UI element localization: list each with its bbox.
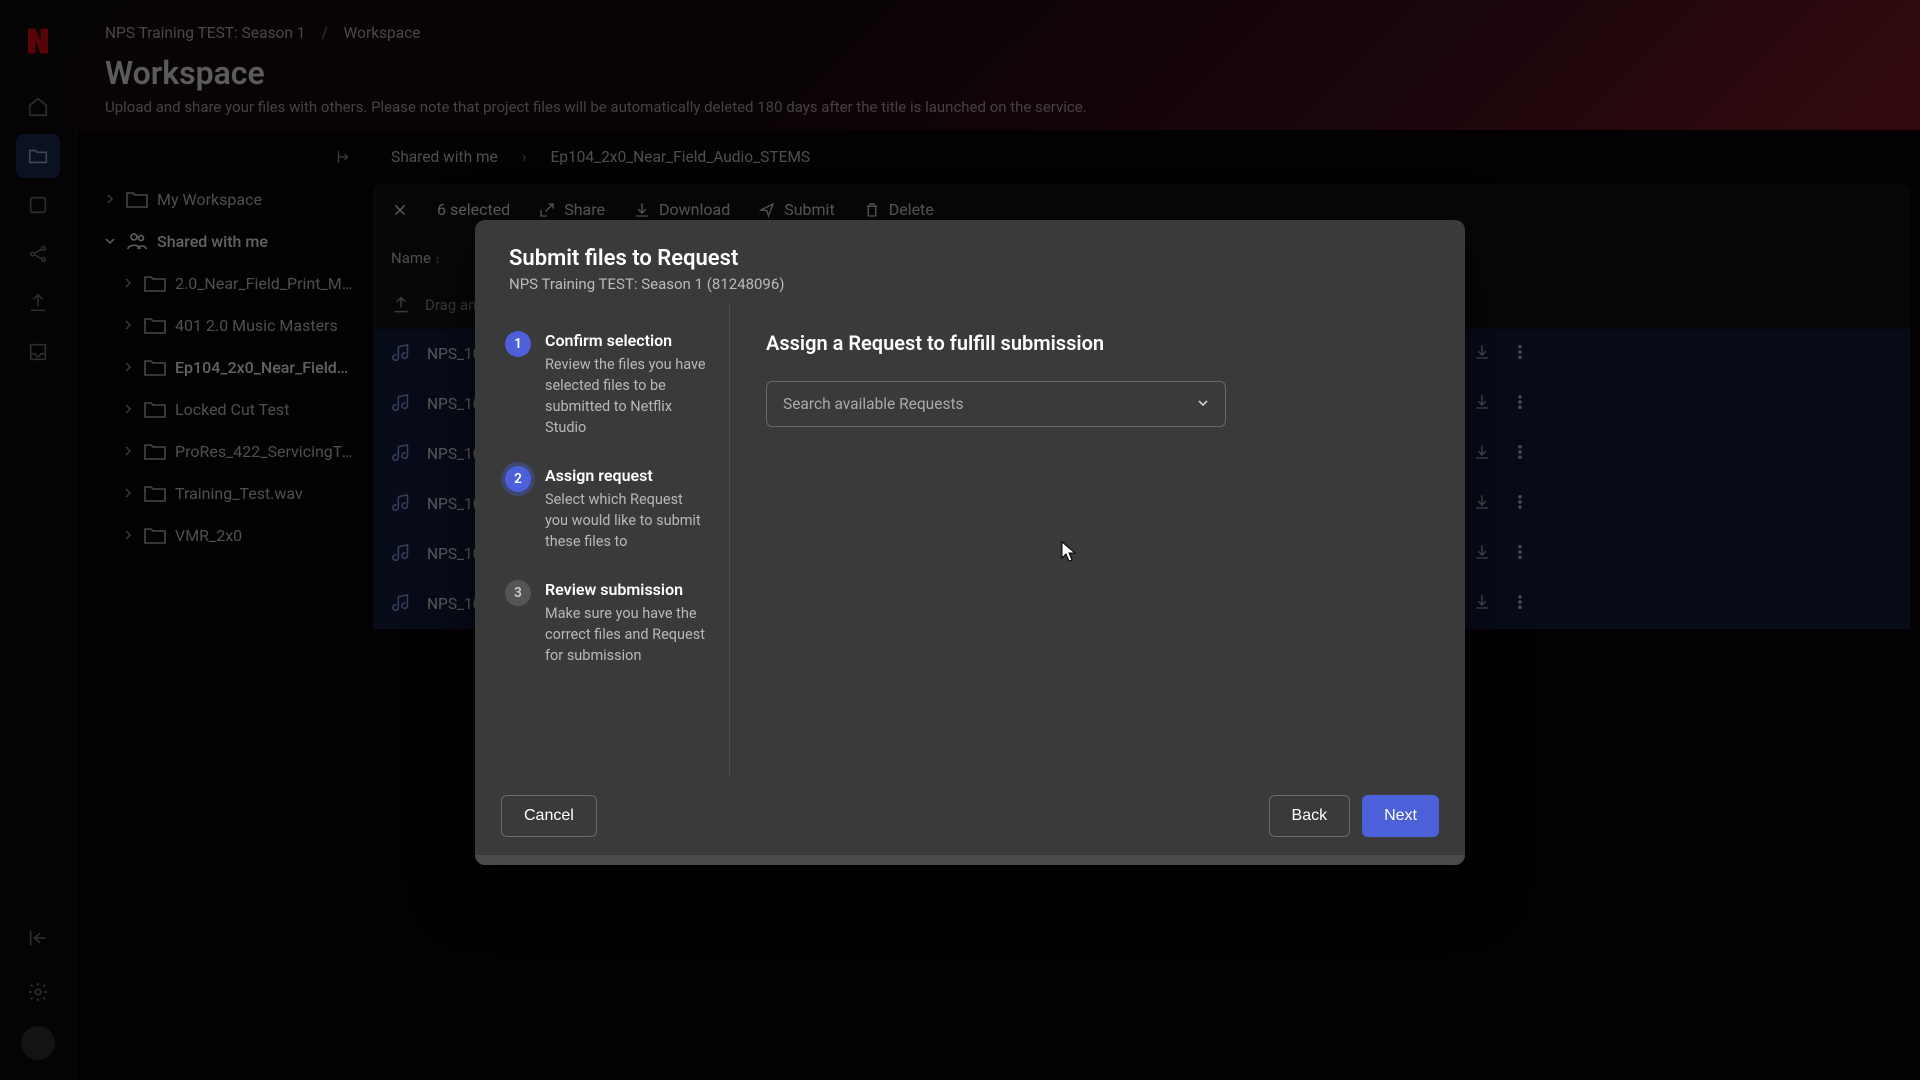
stepper: 1 Confirm selection Review the files you… (475, 303, 730, 777)
modal-subtitle: NPS Training TEST: Season 1 (81248096) (509, 275, 1431, 293)
request-search-select[interactable]: Search available Requests (766, 381, 1226, 427)
step-desc: Make sure you have the correct files and… (545, 603, 709, 666)
step-number: 1 (505, 331, 531, 357)
step-assign-request[interactable]: 2 Assign request Select which Request yo… (505, 466, 709, 552)
modal-resize-strip (475, 855, 1465, 865)
step-number: 2 (505, 466, 531, 492)
step-desc: Select which Request you would like to s… (545, 489, 709, 552)
select-placeholder: Search available Requests (783, 395, 964, 413)
modal-section-title: Assign a Request to fulfill submission (766, 331, 1429, 355)
next-button[interactable]: Next (1362, 795, 1439, 837)
step-title: Review submission (545, 580, 709, 599)
step-title: Assign request (545, 466, 709, 485)
step-title: Confirm selection (545, 331, 709, 350)
cancel-button[interactable]: Cancel (501, 795, 597, 837)
back-button[interactable]: Back (1269, 795, 1351, 837)
chevron-down-icon (1197, 395, 1209, 413)
step-confirm-selection[interactable]: 1 Confirm selection Review the files you… (505, 331, 709, 438)
modal-title: Submit files to Request (509, 246, 1431, 271)
step-number: 3 (505, 580, 531, 606)
step-desc: Review the files you have selected files… (545, 354, 709, 438)
submit-files-modal: Submit files to Request NPS Training TES… (475, 220, 1465, 865)
step-review-submission[interactable]: 3 Review submission Make sure you have t… (505, 580, 709, 666)
